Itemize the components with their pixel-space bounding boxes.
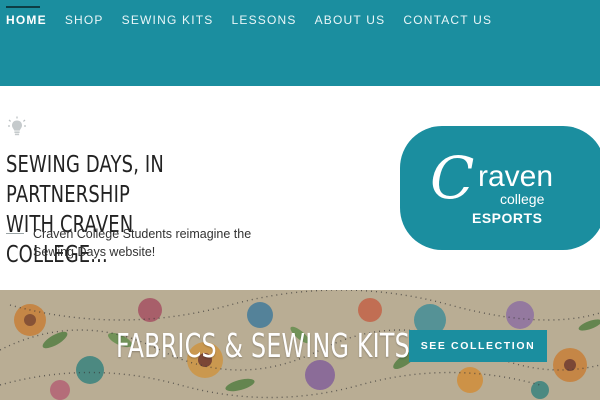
nav-item-about-us[interactable]: ABOUT US [315, 10, 386, 30]
banner-title: FABRICS & SEWING KITS [116, 326, 410, 365]
nav-item-home[interactable]: HOME [6, 6, 47, 30]
main-nav: HOME SHOP SEWING KITS LESSONS ABOUT US C… [6, 6, 510, 30]
logo-tagline: ESPORTS [472, 210, 542, 226]
logo-script-letter: C [430, 144, 474, 212]
nav-item-shop[interactable]: SHOP [65, 10, 104, 30]
nav-item-contact-us[interactable]: CONTACT US [403, 10, 492, 30]
intro-description: Craven College Students reimagine the Se… [33, 227, 252, 259]
craven-college-esports-logo: C raven college ESPORTS [400, 126, 600, 250]
lightbulb-icon [8, 116, 26, 138]
divider-line [6, 233, 24, 234]
nav-item-lessons[interactable]: LESSONS [232, 10, 297, 30]
heading-line-1: SEWING DAYS, IN PARTNERSHIP [6, 152, 164, 208]
logo-word: raven [478, 160, 553, 193]
nav-item-sewing-kits[interactable]: SEWING KITS [122, 10, 214, 30]
see-collection-button[interactable]: SEE COLLECTION [409, 330, 547, 362]
logo-subword: college [500, 191, 545, 207]
site-header: HOME SHOP SEWING KITS LESSONS ABOUT US C… [0, 0, 600, 86]
